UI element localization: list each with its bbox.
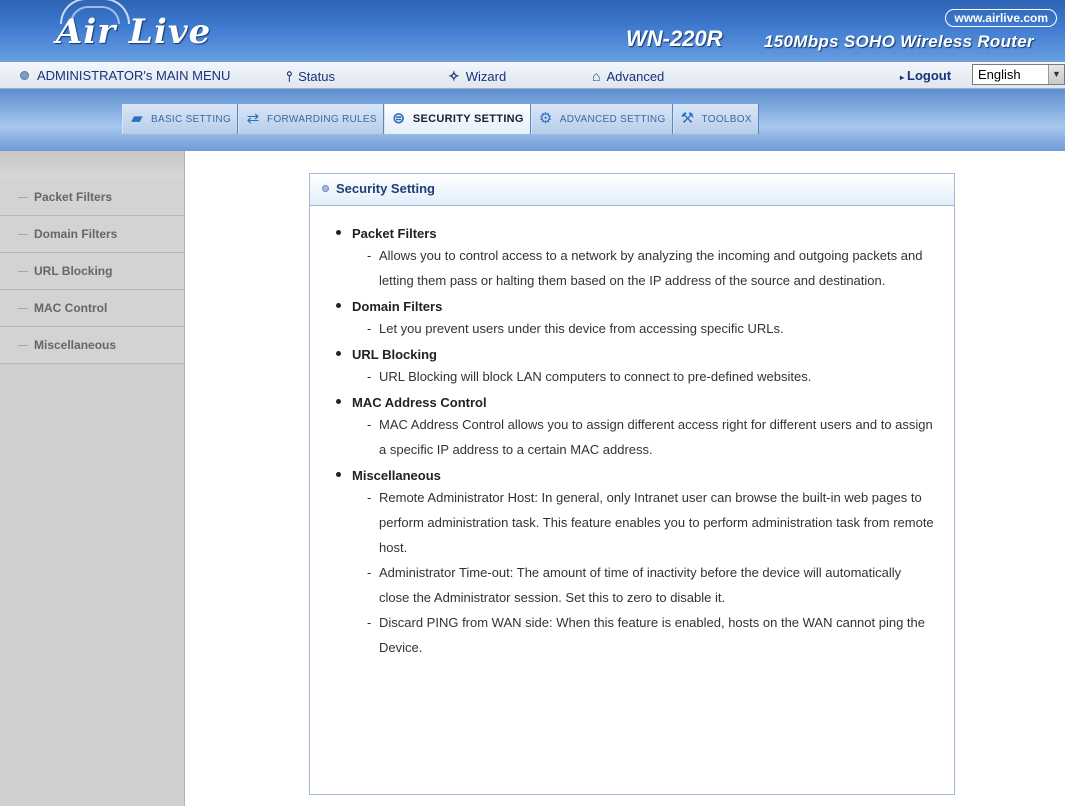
section-packet-filters: Packet Filters Allows you to control acc… <box>336 225 954 293</box>
arrows-icon: ⇄ <box>246 110 260 127</box>
header-banner: Air Live www.airlive.com WN-220R 150Mbps… <box>0 0 1065 62</box>
sidebar-item-mac-control[interactable]: MAC Control <box>0 290 184 327</box>
router-admin-page: Air Live www.airlive.com WN-220R 150Mbps… <box>0 0 1065 806</box>
top-menu-bar: ADMINISTRATOR's MAIN MENU ⫯ Status ✧ Wizar… <box>0 62 1065 89</box>
section-title: URL Blocking <box>336 346 954 364</box>
main-content: Security Setting Packet Filters Allows y… <box>186 151 1065 806</box>
status-link[interactable]: ⫯ Status <box>286 68 335 85</box>
admin-main-menu-link[interactable]: ADMINISTRATOR's MAIN MENU <box>20 68 230 83</box>
advanced-icon: ⌂ <box>592 68 601 84</box>
tab-toolbox[interactable]: ⚒ TOOLBOX <box>672 104 759 134</box>
advanced-label: Advanced <box>606 69 665 84</box>
sidebar-item-label: Packet Filters <box>34 190 113 204</box>
tab-label: FORWARDING RULES <box>267 113 377 125</box>
panel-title: Security Setting <box>310 174 954 206</box>
wizard-icon: ✧ <box>448 68 460 84</box>
sidebar-item-miscellaneous[interactable]: Miscellaneous <box>0 327 184 364</box>
tab-label: TOOLBOX <box>701 113 752 125</box>
dash-icon <box>18 308 28 309</box>
bullet-icon <box>322 185 329 192</box>
tab-bar: ▰ BASIC SETTING ⇄ FORWARDING RULES ⊜ SECURI… <box>0 89 1065 151</box>
section-mac-address-control: MAC Address Control MAC Address Control … <box>336 394 954 462</box>
wizard-label: Wizard <box>465 69 507 84</box>
sidebar-item-domain-filters[interactable]: Domain Filters <box>0 216 184 253</box>
tab-label: BASIC SETTING <box>151 113 232 125</box>
dropdown-arrow-icon[interactable]: ▼ <box>1048 65 1064 84</box>
section-description: MAC Address Control allows you to assign… <box>336 412 954 462</box>
sidebar-header <box>0 151 184 179</box>
sidebar-item-label: Miscellaneous <box>34 338 117 352</box>
folder-icon: ▰ <box>131 110 143 127</box>
logout-label: Logout <box>907 68 952 83</box>
section-title: MAC Address Control <box>336 394 954 412</box>
advanced-link[interactable]: ⌂ Advanced <box>592 68 664 84</box>
language-select[interactable]: English ▼ <box>972 64 1065 85</box>
model-description: 150Mbps SOHO Wireless Router <box>764 32 1034 51</box>
sidebar-item-packet-filters[interactable]: Packet Filters <box>0 179 184 216</box>
sidebar-item-label: URL Blocking <box>34 264 113 278</box>
sidebar-item-url-blocking[interactable]: URL Blocking <box>0 253 184 290</box>
panel-title-text: Security Setting <box>336 181 435 196</box>
section-title: Packet Filters <box>336 225 954 243</box>
dash-icon <box>18 197 28 198</box>
dash-icon <box>18 345 28 346</box>
tab-label: SECURITY SETTING <box>412 113 524 125</box>
arrow-right-icon: ▸ <box>900 73 905 82</box>
brand-logo: Air Live <box>56 12 212 52</box>
tab-advanced-setting[interactable]: ⚙ ADVANCED SETTING <box>530 104 673 134</box>
logout-link[interactable]: ▸ Logout <box>900 68 951 83</box>
status-icon: ⫯ <box>286 68 293 84</box>
status-label: Status <box>298 69 335 84</box>
wizard-link[interactable]: ✧ Wizard <box>448 68 506 85</box>
tab-forwarding-rules[interactable]: ⇄ FORWARDING RULES <box>238 104 384 134</box>
section-description: Allows you to control access to a networ… <box>336 243 954 293</box>
dash-icon <box>18 271 28 272</box>
security-setting-panel: Security Setting Packet Filters Allows y… <box>309 173 955 795</box>
section-title: Miscellaneous <box>336 467 954 485</box>
model-name: WN-220R <box>626 26 723 51</box>
section-description: Discard PING from WAN side: When this fe… <box>336 610 954 660</box>
sidebar: Packet Filters Domain Filters URL Blocki… <box>0 151 185 806</box>
tab-security-setting[interactable]: ⊜ SECURITY SETTING <box>383 104 531 134</box>
gear-icon: ⚙ <box>538 110 553 127</box>
dash-icon <box>18 234 28 235</box>
section-domain-filters: Domain Filters Let you prevent users und… <box>336 298 954 341</box>
tab-basic-setting[interactable]: ▰ BASIC SETTING <box>122 104 239 134</box>
language-value: English <box>978 67 1021 82</box>
section-description: URL Blocking will block LAN computers to… <box>336 364 954 389</box>
section-description: Let you prevent users under this device … <box>336 316 954 341</box>
sidebar-item-label: Domain Filters <box>34 227 118 241</box>
tab-label: ADVANCED SETTING <box>559 113 666 125</box>
panel-content: Packet Filters Allows you to control acc… <box>310 207 954 665</box>
toolbox-icon: ⚒ <box>680 110 695 127</box>
admin-main-menu-label: ADMINISTRATOR's MAIN MENU <box>37 68 231 83</box>
section-url-blocking: URL Blocking URL Blocking will block LAN… <box>336 346 954 389</box>
website-link[interactable]: www.airlive.com <box>945 9 1057 27</box>
lock-icon: ⊜ <box>392 110 406 127</box>
section-title: Domain Filters <box>336 298 954 316</box>
tab-list: ▰ BASIC SETTING ⇄ FORWARDING RULES ⊜ SECURI… <box>122 104 759 134</box>
sidebar-item-label: MAC Control <box>34 301 108 315</box>
section-miscellaneous: Miscellaneous Remote Administrator Host:… <box>336 467 954 660</box>
section-description: Remote Administrator Host: In general, o… <box>336 485 954 560</box>
bullet-icon <box>20 71 29 80</box>
section-description: Administrator Time-out: The amount of ti… <box>336 560 954 610</box>
